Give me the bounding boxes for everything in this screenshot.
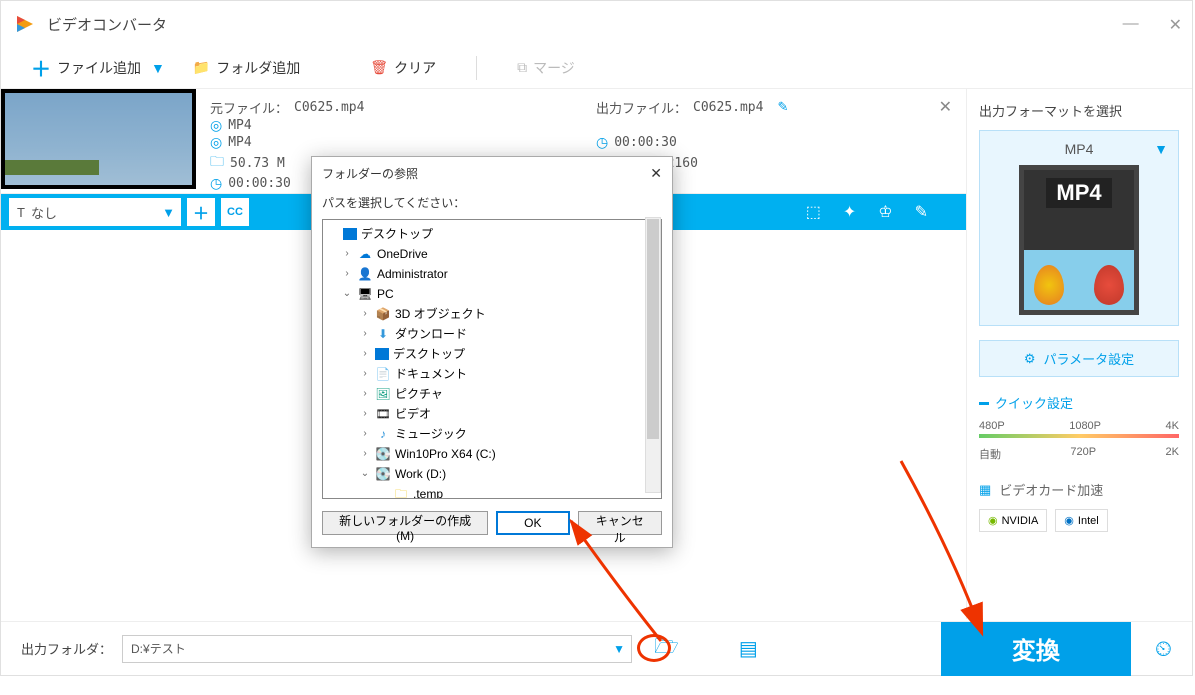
intel-badge[interactable]: ◉Intel [1055, 509, 1107, 532]
format-icon: ◎ [210, 134, 222, 151]
subtitle-value: なし [31, 203, 57, 222]
cc-button[interactable]: CC [221, 198, 249, 226]
app-title: ビデオコンバータ [47, 14, 167, 35]
app-window: ビデオコンバータ — ✕ ＋ ファイル追加 ▼ 📁 フォルダ追加 🗑 クリア ⧉… [0, 0, 1193, 676]
cancel-button[interactable]: キャンセル [578, 511, 662, 535]
tree-item-3dobjects[interactable]: ›📦3D オブジェクト [323, 304, 661, 324]
effect-icon[interactable]: ✦ [843, 202, 856, 222]
clear-label: クリア [394, 58, 436, 78]
add-file-button[interactable]: ＋ ファイル追加 ▼ [21, 47, 175, 88]
format-selector[interactable]: MP4 ▼ MP4 [979, 130, 1179, 326]
sliders-icon: ⚙ [1024, 351, 1036, 367]
format-section-title: 出力フォーマットを選択 [979, 101, 1179, 120]
merge-button[interactable]: ⧉ マージ [507, 52, 585, 84]
add-file-label: ファイル追加 [57, 58, 141, 78]
plus-icon: ＋ [31, 53, 51, 82]
folder-tree[interactable]: デスクトップ ›☁OneDrive ›👤Administrator ⌄🖥PC ›… [322, 219, 662, 499]
tree-item-pc[interactable]: ⌄🖥PC [323, 284, 661, 304]
folder-browse-dialog: フォルダーの参照 ✕ パスを選択してください： デスクトップ ›☁OneDriv… [311, 156, 673, 548]
edit-icon[interactable]: ✎ [915, 202, 928, 222]
annotation-oval [637, 634, 671, 662]
folder-icon: 🗀 [210, 151, 224, 175]
merge-icon: ⧉ [517, 59, 527, 76]
chevron-down-icon[interactable]: ▼ [1154, 141, 1168, 157]
resolution-slider[interactable] [979, 434, 1179, 438]
tree-item-videos[interactable]: ›🎞ビデオ [323, 404, 661, 424]
remove-file-icon[interactable]: ✕ [939, 97, 952, 117]
format-preview-icon: MP4 [1019, 165, 1139, 315]
chevron-down-icon[interactable]: ▼ [162, 205, 175, 220]
tree-item-music[interactable]: ›♪ミュージック [323, 424, 661, 444]
tree-item-admin[interactable]: ›👤Administrator [323, 264, 661, 284]
tree-item-downloads[interactable]: ›⬇ダウンロード [323, 324, 661, 344]
browse-icon[interactable]: ▤ [739, 636, 758, 661]
minimize-icon[interactable]: — [1123, 15, 1139, 35]
nvidia-badge[interactable]: ◉NVIDIA [979, 509, 1047, 532]
tree-item-documents[interactable]: ›📄ドキュメント [323, 364, 661, 384]
new-folder-button[interactable]: 新しいフォルダーの作成(M) [322, 511, 488, 535]
clear-button[interactable]: 🗑 クリア [360, 52, 446, 84]
gpu-accel-row: ▦ ビデオカード加速 [979, 480, 1179, 499]
subtitle-select[interactable]: T なし ▼ [9, 198, 181, 226]
tree-item-desktop2[interactable]: ›デスクトップ [323, 344, 661, 364]
dialog-title: フォルダーの参照 [322, 165, 418, 182]
folder-add-icon: 📁 [193, 59, 210, 76]
video-thumbnail[interactable] [1, 89, 196, 189]
tree-scrollbar[interactable] [645, 217, 661, 493]
output-folder-input[interactable]: D:¥テスト ▼ [122, 635, 632, 663]
output-folder-label: 出力フォルダ： [21, 639, 112, 658]
intel-icon: ◉ [1064, 514, 1074, 527]
convert-button[interactable]: 変換 [941, 622, 1131, 676]
edit-output-name-icon[interactable]: ✎ [777, 99, 788, 115]
add-folder-button[interactable]: 📁 フォルダ追加 [183, 52, 310, 84]
schedule-icon[interactable]: ⏲ [1155, 636, 1172, 662]
tree-item-pictures[interactable]: ›🖼ピクチャ [323, 384, 661, 404]
trash-icon: 🗑 [370, 59, 388, 76]
bottom-bar: 出力フォルダ： D:¥テスト ▼ 🗁 ▤ 変換 ⏲ [1, 621, 1192, 675]
dialog-subtitle: パスを選択してください： [312, 190, 672, 219]
output-path-value: D:¥テスト [131, 640, 186, 657]
app-logo-icon [13, 12, 37, 36]
tree-item-desktop[interactable]: デスクトップ [323, 224, 661, 244]
tree-item-ddrive[interactable]: ⌄💽Work (D:) [323, 464, 661, 484]
dialog-close-icon[interactable]: ✕ [650, 165, 662, 182]
clock-icon: ◷ [596, 134, 608, 151]
crop-icon[interactable]: ⬚ [806, 202, 821, 222]
close-icon[interactable]: ✕ [1169, 15, 1182, 35]
chevron-down-icon[interactable]: ▼ [151, 60, 165, 76]
output-file: 出力ファイル： C0625.mp4 ✎ ✕ [596, 97, 952, 117]
chip-icon: ▦ [979, 482, 991, 498]
ok-button[interactable]: OK [496, 511, 569, 535]
add-subtitle-button[interactable]: ＋ [187, 198, 215, 226]
source-file: 元ファイル： C0625.mp4 [210, 97, 566, 117]
format-name: MP4 [1065, 141, 1094, 157]
divider [476, 56, 477, 80]
right-panel: 出力フォーマットを選択 MP4▼ MP4 ⚙ パラメータ設定 クイック設定 48… [966, 89, 1191, 619]
nvidia-icon: ◉ [988, 514, 998, 527]
text-icon: T [17, 205, 25, 220]
titlebar: ビデオコンバータ — ✕ [1, 1, 1192, 47]
chevron-down-icon[interactable]: ▼ [613, 642, 625, 656]
tree-item-temp[interactable]: 🗀.temp [323, 484, 661, 499]
quick-settings-title: クイック設定 [979, 393, 1179, 412]
parameter-settings-button[interactable]: ⚙ パラメータ設定 [979, 340, 1179, 377]
tree-item-cdrive[interactable]: ›💽Win10Pro X64 (C:) [323, 444, 661, 464]
merge-label: マージ [533, 58, 575, 78]
clock-icon: ◷ [210, 175, 222, 192]
tree-item-onedrive[interactable]: ›☁OneDrive [323, 244, 661, 264]
add-folder-label: フォルダ追加 [216, 58, 300, 78]
watermark-icon[interactable]: ♔ [878, 202, 892, 222]
toolbar: ＋ ファイル追加 ▼ 📁 フォルダ追加 🗑 クリア ⧉ マージ [1, 47, 1192, 89]
format-icon: ◎ [210, 117, 222, 134]
